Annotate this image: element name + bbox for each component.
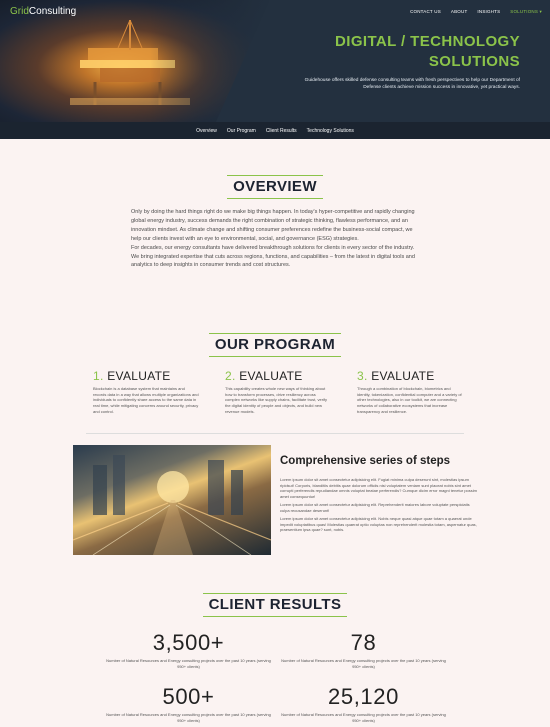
stat-item-1: 3,500+ Number of Natural Resources and E…: [106, 630, 271, 669]
stat-value: 25,120: [328, 684, 399, 709]
feature-title: Comprehensive series of steps: [280, 455, 451, 467]
nav-about[interactable]: ABOUT: [451, 9, 468, 15]
city-skyline-illustration: [73, 455, 271, 555]
stat-label: Number of Natural Resources and Energy c…: [106, 712, 271, 723]
nav-contact-us[interactable]: CONTACT US: [410, 9, 441, 15]
program-step-1: 1. EVALUATE Blockchain is a database sys…: [93, 369, 199, 415]
stat-label: Number of Natural Resources and Energy c…: [106, 658, 271, 669]
subnav-our-program[interactable]: Our Program: [227, 128, 256, 134]
step-description: Through a combination of blockchain, bio…: [357, 386, 462, 414]
overview-paragraph-2: For decades, our energy consultants have…: [131, 244, 415, 269]
feature-paragraph-3: Lorem ipsum dolor sit amet consectetur a…: [280, 516, 477, 532]
stat-item-2: 78 Number of Natural Resources and Energ…: [281, 630, 446, 669]
step-number: 3.: [357, 369, 368, 383]
step-heading: 3. EVALUATE: [357, 369, 463, 383]
nav-insights[interactable]: INSIGHTS: [477, 9, 500, 15]
city-traffic-photo: [73, 445, 271, 555]
program-steps: 1. EVALUATE Blockchain is a database sys…: [93, 369, 467, 415]
hero-description: Guidehouse offers skilled defense consul…: [304, 78, 520, 90]
stat-item-4: 25,120 Number of Natural Resources and E…: [281, 684, 446, 723]
step-label: EVALUATE: [107, 369, 171, 383]
stat-value: 78: [350, 630, 377, 655]
nav-solutions-dropdown[interactable]: SOLUTIONS ▾: [510, 9, 542, 15]
results-heading: CLIENT RESULTS: [202, 593, 348, 617]
stat-item-3: 500+ Number of Natural Resources and Ene…: [106, 684, 271, 723]
step-description: This capability creates whole new ways o…: [225, 386, 328, 414]
subnav-overview[interactable]: Overview: [196, 128, 217, 134]
stat-value: 3,500+: [152, 630, 225, 655]
step-heading: 1. EVALUATE: [93, 369, 199, 383]
step-description: Blockchain is a database system that mai…: [93, 386, 199, 414]
step-number: 1.: [93, 369, 104, 383]
stat-label: Number of Natural Resources and Energy c…: [281, 658, 446, 669]
brand-name-part1: Grid: [10, 6, 29, 17]
subnav-technology-solutions[interactable]: Technology Solutions: [307, 128, 354, 134]
step-heading: 2. EVALUATE: [225, 369, 331, 383]
program-step-2: 2. EVALUATE This capability creates whol…: [225, 369, 331, 415]
hero-banner: GridConsulting CONTACT US ABOUT INSIGHTS…: [0, 0, 550, 122]
overview-paragraph-1: Only by doing the hard things right do w…: [131, 209, 415, 242]
program-step-3: 3. EVALUATE Through a combination of blo…: [357, 369, 463, 415]
hero-title: DIGITAL / TECHNOLOGY SOLUTIONS: [335, 33, 520, 70]
stat-label: Number of Natural Resources and Energy c…: [281, 712, 446, 723]
section-navigation: Overview Our Program Client Results Tech…: [0, 122, 550, 139]
subnav-client-results[interactable]: Client Results: [266, 128, 297, 134]
results-heading-wrap: CLIENT RESULTS: [0, 593, 550, 617]
program-heading: OUR PROGRAM: [208, 333, 342, 357]
program-heading-wrap: OUR PROGRAM: [0, 333, 550, 357]
section-divider: [86, 433, 464, 434]
brand-logo[interactable]: GridConsulting: [10, 6, 76, 17]
stat-value: 500+: [162, 684, 215, 709]
step-number: 2.: [225, 369, 236, 383]
feature-paragraph-2: Lorem ipsum dolor sit amet consectetur a…: [280, 502, 470, 513]
overview-heading-wrap: OVERVIEW: [0, 175, 550, 199]
overview-body: Only by doing the hard things right do w…: [131, 208, 421, 270]
feature-paragraph-1: Lorem ipsum dolor sit amet consectetur a…: [280, 477, 477, 499]
brand-name-part2: Consulting: [28, 6, 77, 17]
overview-heading: OVERVIEW: [227, 175, 323, 199]
step-label: EVALUATE: [239, 369, 303, 383]
top-navigation: CONTACT US ABOUT INSIGHTS SOLUTIONS ▾: [410, 9, 542, 15]
feature-body: Lorem ipsum dolor sit amet consectetur a…: [280, 477, 478, 536]
step-label: EVALUATE: [371, 369, 435, 383]
